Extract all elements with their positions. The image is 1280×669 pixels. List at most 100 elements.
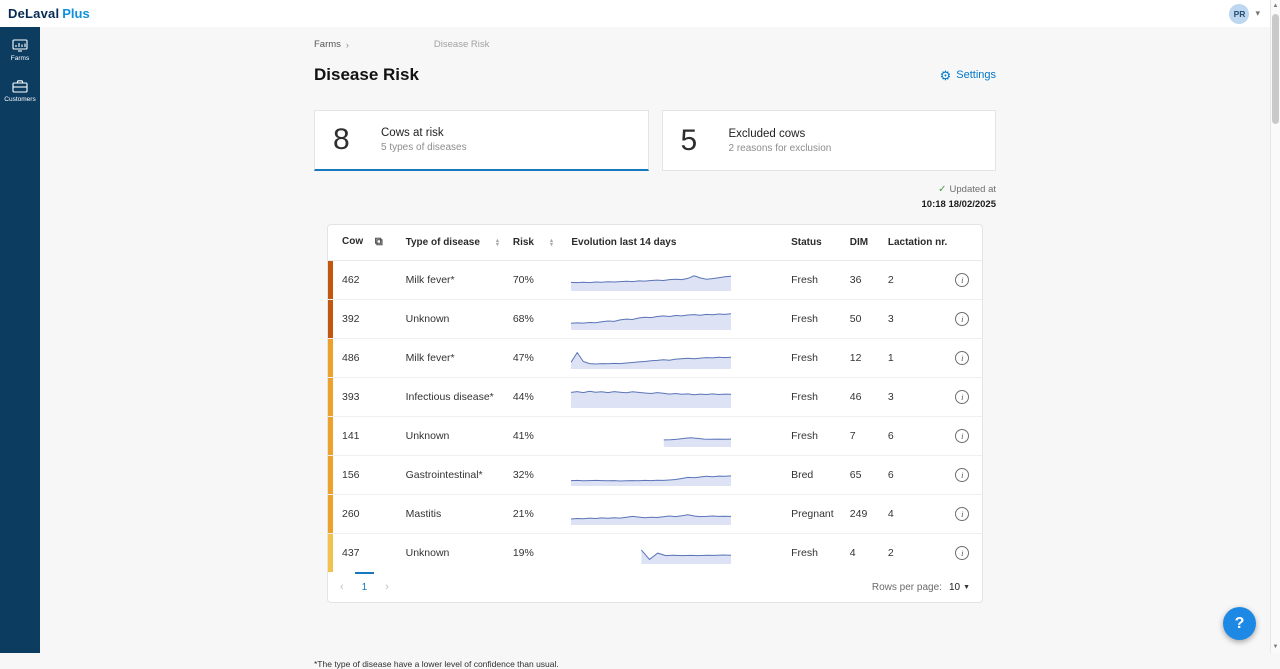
next-page-button[interactable]: › [383,581,391,593]
page-number[interactable]: 1 [362,582,368,593]
info-icon[interactable]: i [955,507,969,521]
info-icon[interactable]: i [955,468,969,482]
table-row[interactable]: 437Unknown19%Fresh42i [328,534,982,573]
dim: 4 [846,534,884,573]
card-excluded-cows[interactable]: 5 Excluded cows 2 reasons for exclusion [662,110,997,171]
risk-severity-bar [328,417,333,455]
lactation: 3 [884,378,951,417]
disease-type: Infectious disease* [402,378,509,417]
column-cow: Cow [342,236,363,247]
column-status: Status [791,237,822,248]
copy-icon[interactable]: ⧉ [375,236,383,248]
rows-per-page-select[interactable]: 10 ▼ [949,582,970,593]
table-row[interactable]: 260Mastitis21%Pregnant2494i [328,495,982,534]
evolution-sparkline [571,542,783,564]
dim: 65 [846,456,884,495]
column-disease: Type of disease [406,237,480,248]
scrollbar-thumb[interactable] [1272,14,1279,124]
sort-icon[interactable]: ▲▼ [549,239,554,247]
info-icon[interactable]: i [955,546,969,560]
evolution-sparkline [571,386,783,408]
table-body: 462Milk fever*70%Fresh362i392Unknown68%F… [328,261,982,573]
dim: 50 [846,300,884,339]
risk-value: 70% [509,261,568,300]
risk-severity-bar [328,534,333,572]
avatar[interactable]: PR [1229,4,1249,24]
card-cows-at-risk[interactable]: 8 Cows at risk 5 types of diseases [314,110,649,171]
cow-id: 260 [342,508,360,520]
risk-severity-bar [328,300,333,338]
updated-label: Updated at [950,184,996,195]
sort-icon[interactable]: ▲▼ [495,239,500,247]
sidebar-item-farms[interactable]: Farms [0,35,40,67]
disease-footnote: *The type of disease have a lower level … [314,659,996,669]
status: Pregnant [787,495,846,534]
pagination: ‹ 1 › Rows per page: 10 ▼ [328,572,982,602]
rows-per-page-value: 10 [949,582,960,593]
breadcrumb-farms[interactable]: Farms [314,39,341,50]
table-row[interactable]: 141Unknown41%Fresh76i [328,417,982,456]
status: Bred [787,456,846,495]
table-header-row: Cow ⧉ Type of disease ▲▼ Risk ▲▼ Evoluti… [328,225,982,261]
caret-down-icon: ▼ [963,584,970,591]
rows-per-page-label: Rows per page: [872,582,942,593]
vertical-scrollbar[interactable]: ▲ ▼ [1270,0,1280,653]
disease-type: Mastitis [402,495,509,534]
risk-severity-bar [328,378,333,416]
table-row[interactable]: 393Infectious disease*44%Fresh463i [328,378,982,417]
info-icon[interactable]: i [955,390,969,404]
sidebar: Farms Customers [0,27,40,653]
status: Fresh [787,339,846,378]
check-icon: ✓ [938,184,946,195]
evolution-sparkline [571,503,783,525]
table-row[interactable]: 392Unknown68%Fresh503i [328,300,982,339]
table-row[interactable]: 462Milk fever*70%Fresh362i [328,261,982,300]
info-icon[interactable]: i [955,273,969,287]
cow-id: 462 [342,274,360,286]
lactation: 2 [884,261,951,300]
table-row[interactable]: 486Milk fever*47%Fresh121i [328,339,982,378]
breadcrumb: Farms › Disease Risk [314,39,996,50]
table-row[interactable]: 156Gastrointestinal*32%Bred656i [328,456,982,495]
disease-type: Gastrointestinal* [402,456,509,495]
info-icon[interactable]: i [955,312,969,326]
logo-plus: Plus [62,6,89,21]
logo-delaval: DeLaval [8,6,59,21]
prev-page-button[interactable]: ‹ [338,581,346,593]
risk-value: 19% [509,534,568,573]
risk-value: 41% [509,417,568,456]
chevron-down-icon[interactable]: ▾ [1255,8,1260,19]
column-risk: Risk [513,237,534,248]
sidebar-item-label: Farms [11,55,29,62]
lactation: 3 [884,300,951,339]
lactation: 2 [884,534,951,573]
farms-icon [12,39,28,52]
info-icon[interactable]: i [955,351,969,365]
lactation: 4 [884,495,951,534]
cow-id: 156 [342,469,360,481]
card-label: Excluded cows [729,128,832,140]
disease-type: Unknown [402,534,509,573]
app-logo[interactable]: DeLaval Plus [8,6,90,21]
gear-icon: ⚙ [940,69,952,82]
risk-severity-bar [328,261,333,299]
info-icon[interactable]: i [955,429,969,443]
breadcrumb-separator-icon: › [346,40,349,50]
card-sublabel: 5 types of diseases [381,142,467,153]
disease-type: Unknown [402,417,509,456]
cow-id: 486 [342,352,360,364]
evolution-sparkline [571,269,783,291]
disease-risk-table: Cow ⧉ Type of disease ▲▼ Risk ▲▼ Evoluti… [327,224,983,603]
settings-button[interactable]: ⚙ Settings [940,69,996,82]
risk-value: 47% [509,339,568,378]
dim: 12 [846,339,884,378]
topbar-right: PR ▾ [1229,4,1260,24]
lactation: 1 [884,339,951,378]
scroll-up-icon[interactable]: ▲ [1273,0,1279,12]
breadcrumb-current: Disease Risk [434,39,489,50]
scroll-down-icon[interactable]: ▼ [1273,641,1279,653]
help-button[interactable]: ? [1223,607,1256,640]
risk-value: 68% [509,300,568,339]
sidebar-item-customers[interactable]: Customers [0,75,40,108]
disease-type: Milk fever* [402,261,509,300]
